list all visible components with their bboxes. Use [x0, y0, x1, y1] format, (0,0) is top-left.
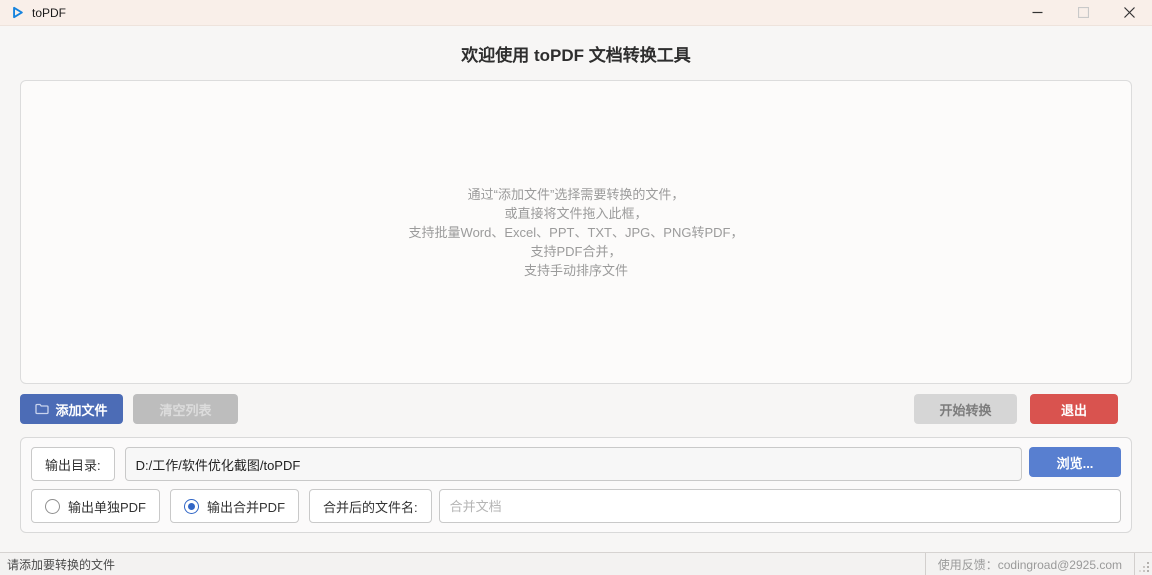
output-dir-row: 输出目录: 浏览... [31, 447, 1121, 481]
folder-icon [35, 403, 50, 415]
radio-merge-pdf-label: 输出合并PDF [207, 499, 286, 515]
add-files-button[interactable]: 添加文件 [20, 394, 123, 424]
titlebar: toPDF [0, 0, 1152, 26]
window-title: toPDF [32, 5, 67, 20]
output-settings-panel: 输出目录: 浏览... 输出单独PDF 输出合并PDF 合并后的文件名: [20, 437, 1132, 533]
feedback-email: 使用反馈：codingroad@2925.com [937, 557, 1122, 572]
resize-grip-icon[interactable] [1135, 553, 1152, 575]
maximize-icon [1077, 7, 1089, 18]
radio-checked-icon [184, 498, 200, 514]
dropzone-hint-line: 支持手动排序文件 [523, 262, 628, 278]
start-convert-button[interactable]: 开始转换 [914, 394, 1017, 424]
merge-filename-input[interactable] [438, 489, 1121, 523]
output-dir-label: 输出目录: [31, 447, 115, 481]
minimize-button[interactable] [1014, 0, 1060, 25]
page-title: 欢迎使用 toPDF 文档转换工具 [461, 46, 691, 65]
merge-filename-label: 合并后的文件名: [309, 489, 432, 523]
browse-button[interactable]: 浏览... [1029, 447, 1121, 477]
radio-merge-pdf[interactable]: 输出合并PDF [170, 489, 300, 523]
dropzone-hint-line: 支持PDF合并， [530, 243, 622, 259]
statusbar-right: 使用反馈：codingroad@2925.com [924, 553, 1152, 575]
clear-list-button[interactable]: 清空列表 [133, 394, 238, 424]
dropzone-hint-line: 或直接将文件拖入此框， [504, 205, 648, 221]
dropzone-hint: 通过“添加文件”选择需要转换的文件， 或直接将文件拖入此框， 支持批量Word、… [409, 185, 744, 280]
app-window: toPDF 欢迎使用 toPDF 文档转换工具 通过“添加文件”选择需要转换的文… [0, 0, 1152, 575]
main-area: 欢迎使用 toPDF 文档转换工具 通过“添加文件”选择需要转换的文件， 或直接… [0, 26, 1152, 552]
window-controls [1014, 0, 1152, 25]
browse-label: 浏览... [1056, 455, 1094, 471]
radio-single-pdf[interactable]: 输出单独PDF [31, 489, 161, 523]
exit-button[interactable]: 退出 [1030, 394, 1118, 424]
app-logo-icon [10, 5, 25, 20]
file-dropzone[interactable]: 通过“添加文件”选择需要转换的文件， 或直接将文件拖入此框， 支持批量Word、… [20, 80, 1132, 384]
dropzone-hint-line: 支持批量Word、Excel、PPT、TXT、JPG、PNG转PDF， [408, 224, 744, 240]
maximize-button[interactable] [1060, 0, 1106, 25]
clear-list-label: 清空列表 [159, 402, 212, 418]
close-button[interactable] [1106, 0, 1152, 25]
output-dir-input[interactable] [124, 447, 1022, 481]
status-message: 请添加要转换的文件 [7, 557, 116, 572]
toolbar: 添加文件 清空列表 开始转换 退出 [20, 394, 1132, 424]
output-mode-row: 输出单独PDF 输出合并PDF 合并后的文件名: [31, 489, 1121, 523]
start-convert-label: 开始转换 [939, 402, 992, 418]
radio-unchecked-icon [45, 498, 60, 514]
close-icon [1123, 7, 1135, 18]
minimize-icon [1032, 11, 1042, 14]
statusbar: 请添加要转换的文件 使用反馈：codingroad@2925.com [0, 552, 1152, 575]
add-files-label: 添加文件 [55, 402, 108, 418]
titlebar-left: toPDF [10, 5, 66, 20]
dropzone-hint-line: 通过“添加文件”选择需要转换的文件， [467, 186, 685, 202]
exit-label: 退出 [1060, 402, 1087, 418]
radio-single-pdf-label: 输出单独PDF [68, 499, 147, 515]
